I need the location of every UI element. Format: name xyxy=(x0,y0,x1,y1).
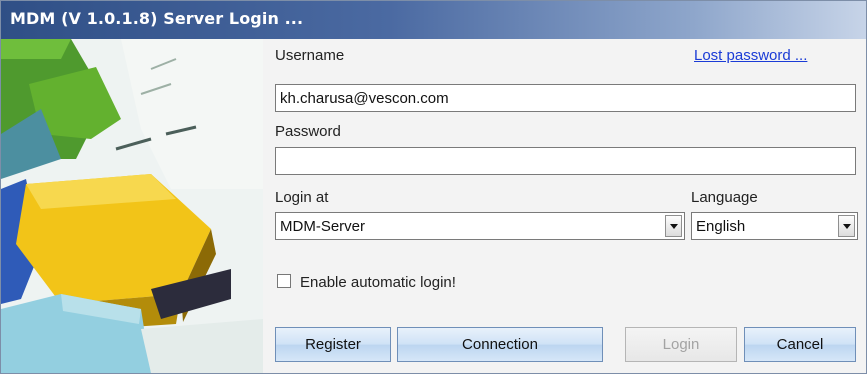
logo-artwork xyxy=(1,39,263,373)
login-button[interactable]: Login xyxy=(625,327,737,362)
password-field[interactable] xyxy=(275,147,856,175)
cancel-button[interactable]: Cancel xyxy=(744,327,856,362)
login-dialog: MDM (V 1.0.1.8) Server Login ... Usernam… xyxy=(0,0,867,374)
login-at-select[interactable]: MDM-Server xyxy=(275,212,685,240)
register-button[interactable]: Register xyxy=(275,327,391,362)
language-value: English xyxy=(696,218,746,235)
username-label: Username xyxy=(275,47,345,64)
login-at-label: Login at xyxy=(275,189,329,206)
window-title: MDM (V 1.0.1.8) Server Login ... xyxy=(10,9,304,28)
language-select[interactable]: English xyxy=(691,212,858,240)
connection-button[interactable]: Connection xyxy=(397,327,603,362)
login-at-value: MDM-Server xyxy=(280,218,365,235)
login-form: Username Lost password ... kh.charusa@ve… xyxy=(263,39,866,373)
password-label: Password xyxy=(275,123,341,140)
language-label: Language xyxy=(691,189,758,206)
title-bar[interactable]: MDM (V 1.0.1.8) Server Login ... xyxy=(1,1,866,39)
chevron-down-icon[interactable] xyxy=(838,215,855,237)
chevron-down-icon[interactable] xyxy=(665,215,682,237)
lost-password-link[interactable]: Lost password ... xyxy=(694,47,807,64)
username-field[interactable]: kh.charusa@vescon.com xyxy=(275,84,856,112)
auto-login-label: Enable automatic login! xyxy=(300,274,456,291)
auto-login-checkbox[interactable] xyxy=(277,274,291,288)
